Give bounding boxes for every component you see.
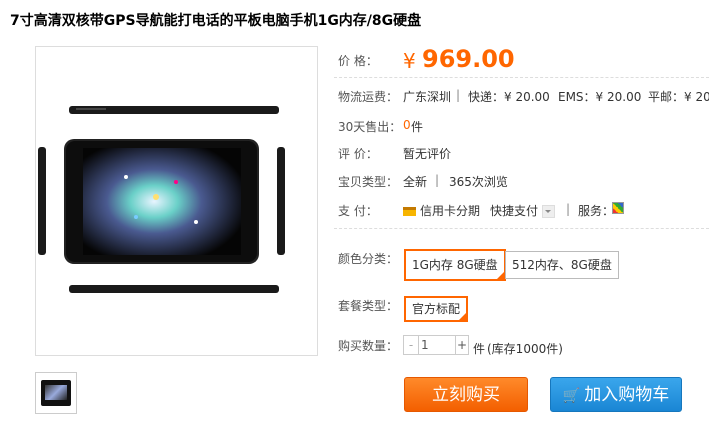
color-option-1g[interactable]: 1G内存 8G硬盘 (404, 249, 506, 283)
service-icon[interactable] (612, 202, 624, 214)
price-currency: ¥ (403, 49, 416, 73)
color-option-512[interactable]: 512内存、8G硬盘 (505, 251, 619, 279)
tablet-image (38, 106, 285, 293)
sold-label: 30天售出： (338, 120, 402, 134)
quick-pay-text: 快捷支付 (490, 204, 539, 218)
quantity-decrease-button[interactable]: - (404, 336, 419, 354)
payment-installment[interactable]: 信用卡分期 (403, 202, 480, 219)
sold-unit: 件 (411, 120, 424, 134)
shipping-separator: | (456, 88, 461, 102)
cart-icon: 🛒 (562, 388, 581, 404)
item-condition: 全新 (403, 175, 428, 189)
divider (334, 77, 709, 78)
thumbnail-image (41, 380, 71, 406)
sold-count: 0 (403, 118, 411, 132)
quantity-unit: 件 (473, 342, 486, 356)
shipping-label: 物流运费： (338, 90, 399, 104)
item-type-separator: | (435, 173, 440, 187)
shipping-express: 快递：¥ 20.00 (468, 90, 550, 104)
package-option-official[interactable]: 官方标配 (404, 296, 469, 324)
quantity-label: 购买数量： (338, 339, 399, 353)
price-label: 价 格： (338, 54, 378, 68)
package-label: 套餐类型： (338, 299, 399, 313)
add-to-cart-label: 加入购物车 (584, 385, 670, 405)
credit-card-icon (403, 207, 416, 216)
quantity-input[interactable]: 1 (421, 336, 429, 354)
payment-label: 支 付： (338, 204, 378, 218)
add-to-cart-button[interactable]: 🛒 加入购物车 (550, 377, 682, 412)
divider (334, 228, 709, 229)
shipping-origin: 广东深圳 (403, 90, 452, 104)
payment-separator: | (566, 202, 571, 216)
item-views: 365次浏览 (449, 175, 508, 189)
color-label: 颜色分类： (338, 252, 399, 266)
quantity-stepper[interactable]: - 1 + (403, 335, 469, 355)
item-type-label: 宝贝类型： (338, 175, 399, 189)
stock-info: (库存1000件) (487, 342, 563, 356)
rating-value[interactable]: 暂无评价 (403, 145, 451, 162)
payment-quick[interactable]: 快捷支付 (490, 202, 556, 219)
shipping-ems: EMS：¥ 20.00 (558, 90, 642, 104)
price-value: 969.00 (422, 45, 515, 73)
buy-now-button[interactable]: 立刻购买 (404, 377, 528, 412)
chevron-down-icon[interactable] (542, 205, 556, 218)
rating-label: 评 价： (338, 147, 378, 161)
shipping-mail: 平邮：¥ 20.00 (648, 90, 709, 104)
product-thumbnail[interactable] (35, 372, 77, 414)
product-main-image[interactable] (35, 46, 318, 356)
product-title: 7寸高清双核带GPS导航能打电话的平板电脑手机1G内存/8G硬盘 (10, 13, 422, 29)
service-label: 服务： (578, 204, 615, 218)
quantity-increase-button[interactable]: + (455, 336, 468, 354)
installment-text: 信用卡分期 (420, 204, 481, 218)
